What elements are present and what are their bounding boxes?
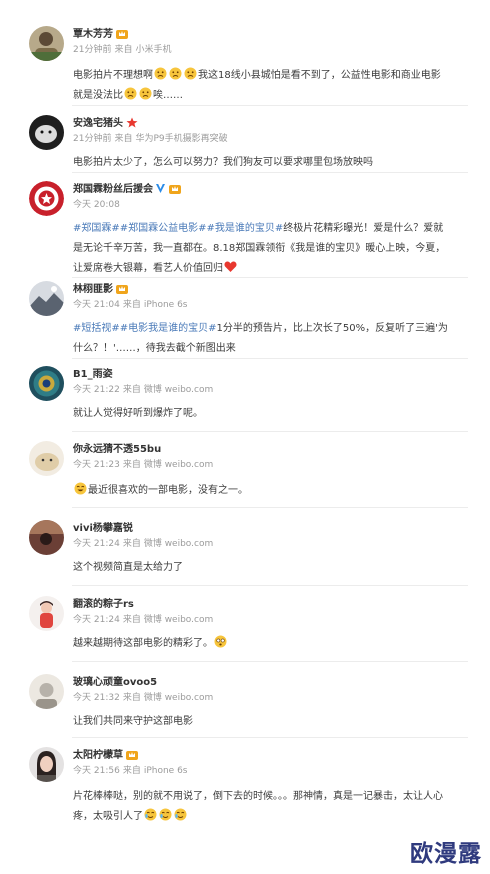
emoji-icon (169, 67, 182, 80)
comment-meta: 21分钟前 来自 华为P9手机摄影再突破 (73, 134, 228, 144)
timestamp: 今天 21:04 (73, 300, 120, 310)
comment-text: 这个视频简直是太给力了 (73, 562, 183, 573)
avatar[interactable] (29, 441, 64, 476)
divider (72, 105, 468, 106)
crown-badge-icon (126, 749, 138, 760)
avatar[interactable] (29, 281, 64, 316)
source-link[interactable]: 微博 weibo.com (144, 539, 213, 549)
comment-meta: 今天 20:08 (73, 199, 123, 211)
timestamp: 今天 21:23 (73, 460, 120, 470)
comment-meta: 今天 21:23 来自 微博 weibo.com (73, 460, 214, 470)
source-link[interactable]: 华为P9手机摄影再突破 (135, 134, 227, 144)
comment-text: #短括视##电影我是谁的宝贝#1分半的预告片，比上次长了50%，反复听了三遍'为… (73, 323, 448, 354)
source-link[interactable]: 小米手机 (135, 45, 171, 55)
comment-text: 电影拍片太少了，怎么可以努力？我们狗友可以要求哪里包场放映吗 (73, 157, 373, 168)
source-link[interactable]: 微博 weibo.com (144, 460, 213, 470)
comment-meta: 今天 21:56 来自 iPhone 6s (73, 766, 188, 776)
divider (72, 507, 468, 508)
user-name[interactable]: 安逸宅猪头 (73, 117, 138, 130)
avatar[interactable] (29, 596, 64, 631)
divider (72, 661, 468, 662)
crown-badge-icon (116, 283, 128, 294)
user-name[interactable]: vivi杨攀嘉锐 (73, 522, 133, 535)
emoji-icon (74, 482, 87, 495)
emoji-icon (144, 808, 157, 821)
comment-meta: 今天 21:04 来自 iPhone 6s (73, 300, 188, 310)
user-name[interactable]: B1_雨姿 (73, 368, 113, 381)
verified-v-icon (155, 183, 166, 194)
user-name[interactable]: 郑国霖粉丝后援会 (73, 183, 181, 196)
star-icon (126, 117, 138, 128)
source-link[interactable]: iPhone 6s (144, 766, 188, 776)
hashtag-link[interactable]: #郑国霖# (73, 223, 120, 234)
user-name[interactable]: 玻璃心顽童ovoo5 (73, 676, 157, 689)
divider (72, 358, 468, 359)
timestamp: 今天 21:32 (73, 693, 120, 703)
hashtag-link[interactable]: #电影我是谁的宝贝# (120, 323, 217, 334)
comment-text: 就让人觉得好听到爆炸了呢。 (73, 408, 203, 419)
source-link[interactable]: 微博 weibo.com (144, 385, 213, 395)
timestamp: 21分钟前 (73, 134, 112, 144)
avatar[interactable] (29, 181, 64, 216)
avatar[interactable] (29, 26, 64, 61)
avatar[interactable] (29, 674, 64, 709)
hashtag-link[interactable]: #短括视# (73, 323, 120, 334)
divider (72, 737, 468, 738)
timestamp: 今天 20:08 (73, 200, 120, 210)
source-link[interactable]: 微博 weibo.com (144, 615, 213, 625)
source-link[interactable]: iPhone 6s (144, 300, 188, 310)
timestamp: 今天 21:24 (73, 539, 120, 549)
divider (72, 277, 468, 278)
comment-text: 电影拍片不理想啊 我这18线小县城怕是看不到了，公益性电影和商业电影就是没法比 唉…… (73, 66, 448, 106)
comment-text: 片花棒棒哒，别的就不用说了，倒下去的时候。。。那神情，真是一记暴击，太让人心疼，… (73, 791, 443, 822)
timestamp: 21分钟前 (73, 45, 112, 55)
avatar[interactable] (29, 115, 64, 150)
comment-meta: 今天 21:22 来自 微博 weibo.com (73, 385, 214, 395)
emoji-icon (139, 87, 152, 100)
timestamp: 今天 21:56 (73, 766, 120, 776)
hashtag-link[interactable]: #郑国霖公益电影# (120, 223, 207, 234)
user-name[interactable]: 林栩匪影 (73, 283, 128, 296)
divider (72, 585, 468, 586)
comment-feed: 覃木芳芳 21分钟前 来自 小米手机 电影拍片不理想啊 我这18线小县城怕是看不到了，… (0, 0, 490, 874)
comment-text: 最近很喜欢的一部电影，没有之一。 (73, 481, 448, 501)
crown-badge-icon (116, 28, 128, 39)
emoji-icon (174, 808, 187, 821)
timestamp: 今天 21:24 (73, 615, 120, 625)
watermark: 欧漫露 (410, 841, 482, 867)
emoji-icon (184, 67, 197, 80)
source-link[interactable]: 微博 weibo.com (144, 693, 213, 703)
user-name[interactable]: 太阳柠檬草 (73, 749, 138, 762)
comment-meta: 21分钟前 来自 小米手机 (73, 45, 172, 55)
comment-text: 越来越期待这部电影的精彩了。 (73, 634, 448, 654)
comment-text: 让我们共同来守护这部电影 (73, 716, 193, 727)
comment-text: #郑国霖##郑国霖公益电影##我是谁的宝贝#终极片花精彩曝光！爱是什么？爱就是无… (73, 223, 446, 274)
avatar[interactable] (29, 747, 64, 782)
divider (72, 431, 468, 432)
hashtag-link[interactable]: #我是谁的宝贝# (207, 223, 284, 234)
comment-meta: 今天 21:24 来自 微博 weibo.com (73, 539, 214, 549)
timestamp: 今天 21:22 (73, 385, 120, 395)
user-name[interactable]: 你永远猜不透55bu (73, 443, 161, 456)
emoji-icon (159, 808, 172, 821)
comment-meta: 今天 21:24 来自 微博 weibo.com (73, 615, 214, 625)
emoji-icon (214, 635, 227, 648)
user-name[interactable]: 翻滚的粽子rs (73, 598, 134, 611)
comment-meta: 今天 21:32 来自 微博 weibo.com (73, 693, 214, 703)
crown-badge-icon (169, 183, 181, 194)
avatar[interactable] (29, 366, 64, 401)
heart-icon (224, 260, 237, 273)
emoji-icon (154, 67, 167, 80)
user-name[interactable]: 覃木芳芳 (73, 28, 128, 41)
divider (72, 172, 468, 173)
avatar[interactable] (29, 520, 64, 555)
emoji-icon (124, 87, 137, 100)
